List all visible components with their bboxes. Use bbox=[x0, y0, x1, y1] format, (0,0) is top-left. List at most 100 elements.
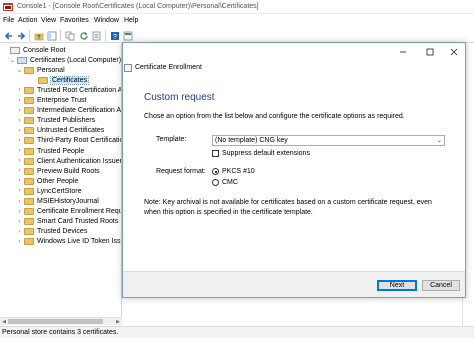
expand-chevron-icon[interactable]: › bbox=[16, 208, 23, 216]
tree-item-label: Trusted Devices bbox=[37, 228, 88, 236]
console-tree[interactable]: Console Root ⌄ Certificates (Local Compute… bbox=[0, 44, 122, 326]
menu-favorites[interactable]: Favorites bbox=[60, 17, 89, 24]
dialog-header: Certificate Enrollment bbox=[123, 61, 465, 75]
scrollbar-thumb[interactable] bbox=[8, 319, 103, 324]
expand-chevron-icon[interactable]: › bbox=[16, 218, 23, 226]
suppress-extensions-checkbox[interactable] bbox=[212, 150, 219, 157]
refresh-icon[interactable] bbox=[78, 30, 89, 41]
certificates-snapin-icon bbox=[17, 56, 27, 64]
toolbar: ? bbox=[0, 28, 474, 43]
expand-chevron-icon[interactable]: › bbox=[16, 238, 23, 246]
expand-chevron-icon[interactable]: › bbox=[16, 97, 23, 105]
tree-item[interactable]: › Windows Live ID Token Issue bbox=[16, 237, 121, 247]
expand-chevron-icon[interactable]: › bbox=[16, 167, 23, 175]
help-icon[interactable]: ? bbox=[109, 30, 120, 41]
expand-chevron-icon[interactable]: › bbox=[16, 187, 23, 195]
export-list-icon[interactable] bbox=[91, 30, 102, 41]
console-root-icon bbox=[10, 46, 20, 54]
expand-chevron-icon[interactable]: › bbox=[16, 228, 23, 236]
toolbar-separator bbox=[29, 30, 30, 41]
close-icon[interactable] bbox=[449, 47, 459, 57]
expand-chevron-icon[interactable]: › bbox=[16, 86, 23, 94]
tree-item[interactable]: › Preview Build Roots bbox=[16, 166, 100, 176]
tree-horizontal-scrollbar[interactable]: ◀ ▶ bbox=[0, 317, 122, 325]
expand-chevron-icon[interactable]: › bbox=[16, 177, 23, 185]
certificate-enrollment-dialog: Certificate Enrollment Custom request Ch… bbox=[122, 42, 466, 298]
expand-chevron-icon[interactable]: › bbox=[16, 198, 23, 206]
tree-item[interactable]: › LyncCertStore bbox=[16, 186, 81, 196]
menu-file[interactable]: File bbox=[3, 17, 14, 24]
intro-text: Chose an option from the list below and … bbox=[144, 113, 405, 120]
pkcs10-label[interactable]: PKCS #10 bbox=[222, 168, 255, 175]
back-icon[interactable] bbox=[3, 30, 14, 41]
folder-icon bbox=[24, 147, 34, 155]
tree-item[interactable]: › Untrusted Certificates bbox=[16, 126, 104, 136]
menu-window[interactable]: Window bbox=[94, 17, 119, 24]
cancel-button[interactable]: Cancel bbox=[422, 280, 460, 291]
tree-item-label: Trusted Publishers bbox=[37, 117, 96, 125]
tree-item[interactable]: › Trusted Publishers bbox=[16, 116, 95, 126]
tree-item[interactable]: ⌄ Certificates (Local Computer) bbox=[9, 55, 121, 65]
tree-item[interactable]: › Smart Card Trusted Roots bbox=[16, 217, 118, 227]
tree-item[interactable]: › Trusted People bbox=[16, 146, 84, 156]
suppress-extensions-label[interactable]: Suppress default extensions bbox=[222, 150, 310, 157]
collapse-chevron-icon[interactable]: ⌄ bbox=[16, 66, 23, 74]
folder-icon bbox=[24, 187, 34, 195]
menu-view[interactable]: View bbox=[41, 17, 56, 24]
folder-icon bbox=[24, 208, 34, 216]
show-hide-tree-icon[interactable] bbox=[46, 30, 57, 41]
cmc-radio[interactable] bbox=[212, 179, 219, 186]
pkcs10-radio[interactable] bbox=[212, 168, 219, 175]
tree-item-label: Smart Card Trusted Roots bbox=[37, 218, 119, 226]
template-dropdown[interactable]: (No template) CNG key ⌄ bbox=[212, 135, 445, 146]
folder-icon bbox=[24, 218, 34, 226]
next-button[interactable]: Next bbox=[377, 280, 417, 291]
folder-icon bbox=[24, 177, 34, 185]
copy-icon[interactable] bbox=[64, 30, 75, 41]
expand-chevron-icon[interactable]: › bbox=[16, 127, 23, 135]
maximize-icon[interactable] bbox=[425, 47, 435, 57]
menu-help[interactable]: Help bbox=[124, 17, 138, 24]
expand-chevron-icon[interactable]: › bbox=[16, 107, 23, 115]
page-heading: Custom request bbox=[144, 92, 215, 103]
no-expander bbox=[30, 76, 37, 84]
expand-chevron-icon[interactable]: › bbox=[16, 117, 23, 125]
cmc-label[interactable]: CMC bbox=[222, 179, 238, 186]
expand-chevron-icon[interactable]: › bbox=[16, 137, 23, 145]
folder-icon bbox=[24, 117, 34, 125]
tree-item[interactable]: › Other People bbox=[16, 176, 78, 186]
expand-chevron-icon[interactable]: › bbox=[16, 147, 23, 155]
tree-item-label: Certificates (Local Computer) bbox=[30, 56, 122, 64]
certificate-icon bbox=[124, 64, 132, 72]
status-text: Personal store contains 3 certificates. bbox=[2, 329, 119, 336]
tree-item[interactable]: › Third-Party Root Certification bbox=[16, 136, 121, 146]
scroll-left-icon[interactable]: ◀ bbox=[0, 318, 8, 326]
dialog-window-title: Certificate Enrollment bbox=[135, 64, 202, 71]
forward-icon[interactable] bbox=[15, 30, 26, 41]
folder-icon bbox=[24, 127, 34, 135]
tree-item[interactable]: › Trusted Devices bbox=[16, 227, 87, 237]
tree-item[interactable]: Certificates bbox=[30, 75, 90, 85]
tree-item[interactable]: Console Root bbox=[2, 45, 65, 55]
tree-item[interactable]: › MSIEHistoryJournal bbox=[16, 197, 99, 207]
scroll-right-icon[interactable]: ▶ bbox=[114, 318, 122, 326]
tree-item[interactable]: › Intermediate Certification Au bbox=[16, 106, 121, 116]
folder-icon bbox=[24, 137, 34, 145]
tree-item[interactable]: › Client Authentication Issuers bbox=[16, 156, 121, 166]
key-archival-note: Note: Key archival is not available for … bbox=[144, 199, 432, 216]
menu-action[interactable]: Action bbox=[18, 17, 37, 24]
tree-item[interactable]: › Trusted Root Certification Au bbox=[16, 85, 121, 95]
properties-icon[interactable] bbox=[122, 30, 133, 41]
tree-item[interactable]: ⌄ Personal bbox=[16, 65, 65, 75]
folder-icon bbox=[24, 86, 34, 94]
collapse-chevron-icon[interactable]: ⌄ bbox=[9, 56, 16, 64]
minimize-icon[interactable] bbox=[398, 47, 408, 57]
tree-item[interactable]: › Enterprise Trust bbox=[16, 96, 86, 106]
window-title: Console1 - [Console Root\Certificates (L… bbox=[17, 3, 259, 10]
tree-item-label: Console Root bbox=[23, 46, 66, 54]
up-folder-icon[interactable] bbox=[33, 30, 44, 41]
tree-item-label: Personal bbox=[37, 66, 65, 74]
tree-item[interactable]: › Certificate Enrollment Reques bbox=[16, 207, 121, 217]
tree-item-label: Other People bbox=[37, 177, 79, 185]
expand-chevron-icon[interactable]: › bbox=[16, 157, 23, 165]
